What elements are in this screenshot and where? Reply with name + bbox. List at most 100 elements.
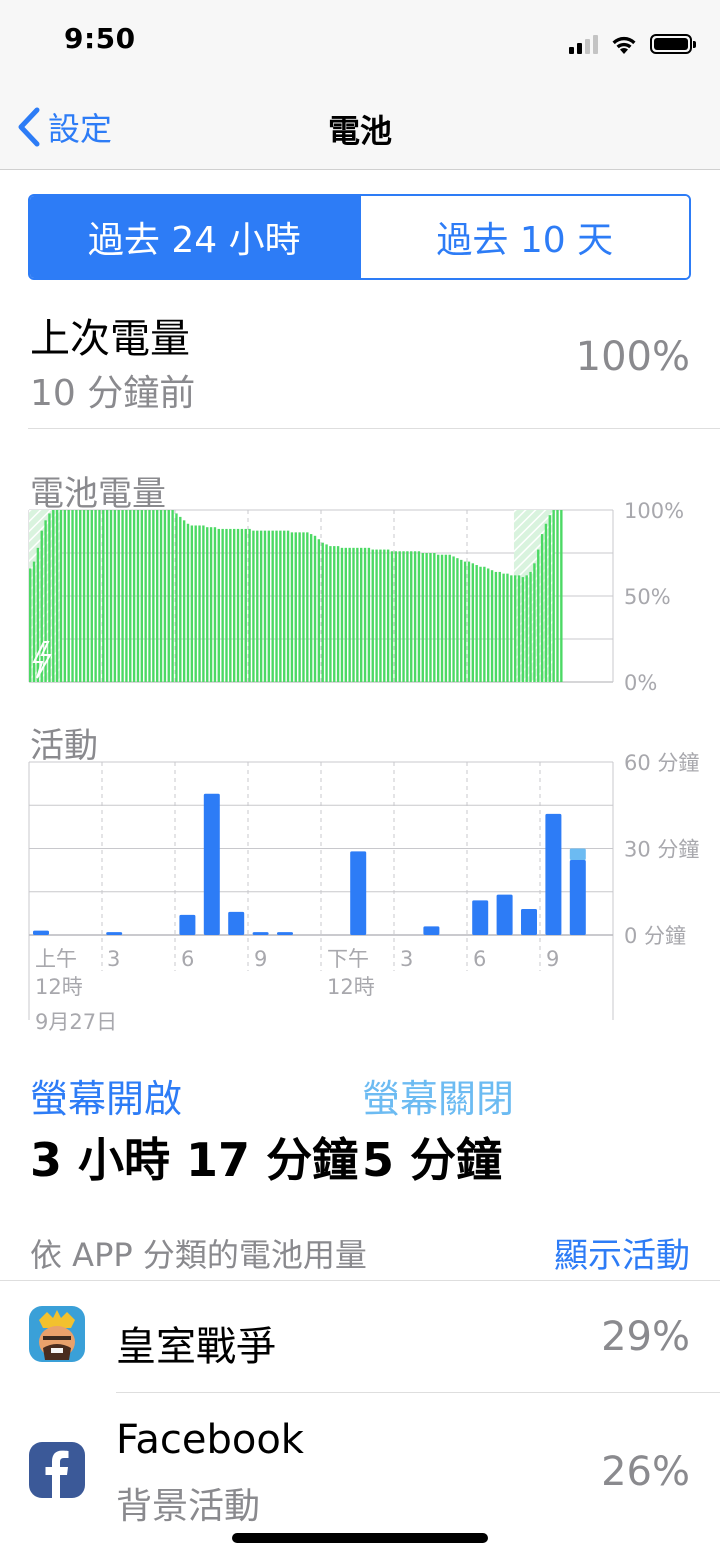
app-name: Facebook <box>116 1417 304 1463</box>
battery-level-bar <box>194 525 197 682</box>
battery-level-bar <box>556 510 559 682</box>
battery-level-bar <box>275 530 278 682</box>
battery-level-bar <box>348 547 351 682</box>
battery-level-bar <box>306 532 309 682</box>
battery-level-bar <box>321 542 324 682</box>
battery-level-bar <box>140 510 144 682</box>
battery-level-bar <box>452 556 455 682</box>
battery-level-bar <box>206 527 209 682</box>
battery-level-bar <box>98 510 101 682</box>
battery-level-bar <box>286 530 290 682</box>
screen-on-bar <box>423 926 440 935</box>
battery-level-bar <box>386 549 390 682</box>
status-icons <box>569 30 696 58</box>
battery-level-bar <box>167 510 170 682</box>
battery-level-bar <box>410 551 413 682</box>
app-row-clash-royale[interactable]: 皇室戰爭 29% <box>0 1281 720 1393</box>
battery-level-bar <box>340 547 344 682</box>
battery-level-bar <box>521 577 525 682</box>
battery-level-bar <box>375 549 378 682</box>
battery-level-bar <box>186 523 190 682</box>
battery-level-bar <box>513 575 517 682</box>
battery-level-bar <box>456 558 459 682</box>
screen-on-bar <box>350 851 367 935</box>
wifi-icon <box>612 36 636 54</box>
battery-level-bar <box>402 551 405 682</box>
battery-level-bar <box>40 530 43 682</box>
battery-level-bar <box>467 561 471 682</box>
screen-off-bar <box>569 848 586 861</box>
x-tick-label: 9 <box>254 947 267 971</box>
battery-level-bar <box>144 510 147 682</box>
battery-level-bar <box>213 527 217 682</box>
battery-level-bar <box>379 549 382 682</box>
battery-level-bar <box>125 510 128 682</box>
battery-level-bar <box>171 510 174 682</box>
screen-on-bar <box>496 894 513 935</box>
battery-level-bar <box>121 510 124 682</box>
battery-level-bar <box>540 534 544 682</box>
battery-level-bar <box>498 571 501 682</box>
status-bar: 9:50 <box>0 0 720 84</box>
x-tick-label: 3 <box>400 947 413 971</box>
screen-on-bar <box>106 932 123 935</box>
battery-level-bar <box>421 553 424 682</box>
battery-level-bar <box>252 530 255 682</box>
battery-level-bar <box>90 510 93 682</box>
x-tick-label: 12時 <box>35 975 83 999</box>
y-tick-label: 0 分鐘 <box>624 924 686 948</box>
battery-level-bar <box>109 510 113 682</box>
battery-level-bar <box>333 546 336 682</box>
battery-level-bar <box>494 571 498 682</box>
battery-level-bar <box>113 510 117 682</box>
battery-level-bar <box>329 546 332 682</box>
last-charge-label: 上次電量 <box>30 316 190 362</box>
x-tick-label: 6 <box>181 947 194 971</box>
battery-level-bar <box>271 530 274 682</box>
battery-level-bar <box>398 551 401 682</box>
battery-level-bar <box>283 530 286 682</box>
battery-level-bar <box>317 539 321 682</box>
battery-level-bar <box>198 525 201 682</box>
page-title: 電池 <box>327 112 392 150</box>
clash-royale-icon <box>29 1306 85 1362</box>
battery-level-bar <box>67 510 70 682</box>
battery-level-bar <box>63 510 67 682</box>
last-charge-time: 10 分鐘前 <box>30 373 196 414</box>
battery-level-bar <box>232 528 236 682</box>
segment-last-10-days[interactable]: 過去 10 天 <box>358 196 689 278</box>
screen-off-value: 5 分鐘 <box>362 1133 503 1187</box>
battery-level-bar <box>190 525 194 682</box>
battery-level-bar <box>336 546 340 682</box>
usage-by-app-title: 依 APP 分類的電池用量 <box>30 1236 367 1274</box>
battery-level-bar <box>152 510 155 682</box>
battery-level-bar <box>433 553 436 682</box>
battery-level-bar <box>244 528 247 682</box>
facebook-icon <box>29 1442 85 1498</box>
screen-on-bar <box>472 900 489 935</box>
battery-level-bar <box>279 530 282 682</box>
time-range-segmented-control: 過去 24 小時 過去 10 天 <box>28 194 691 280</box>
screen-on-bar <box>228 911 245 935</box>
battery-level-bar <box>117 510 120 682</box>
app-percent: 26% <box>601 1449 690 1495</box>
battery-level-bar <box>182 520 186 682</box>
home-indicator[interactable] <box>232 1533 488 1543</box>
battery-level-bar <box>132 510 136 682</box>
battery-level-bar <box>159 510 163 682</box>
battery-level-bar <box>79 510 82 682</box>
app-row-facebook[interactable]: Facebook 背景活動 26% <box>0 1393 720 1553</box>
show-activity-button[interactable]: 顯示活動 <box>554 1228 690 1277</box>
segment-last-24-hours[interactable]: 過去 24 小時 <box>30 196 359 278</box>
battery-level-bar <box>471 563 475 682</box>
battery-level-bar <box>52 510 55 682</box>
battery-level-bar <box>256 530 259 682</box>
app-percent: 29% <box>601 1314 690 1360</box>
battery-level-bar <box>313 535 317 682</box>
battery-level-bar <box>302 532 305 682</box>
app-name: 皇室戰爭 <box>116 1324 276 1370</box>
battery-level-bar <box>102 510 105 682</box>
battery-level-bar <box>156 510 159 682</box>
battery-level-bar <box>75 510 78 682</box>
battery-level-bar <box>479 566 482 682</box>
